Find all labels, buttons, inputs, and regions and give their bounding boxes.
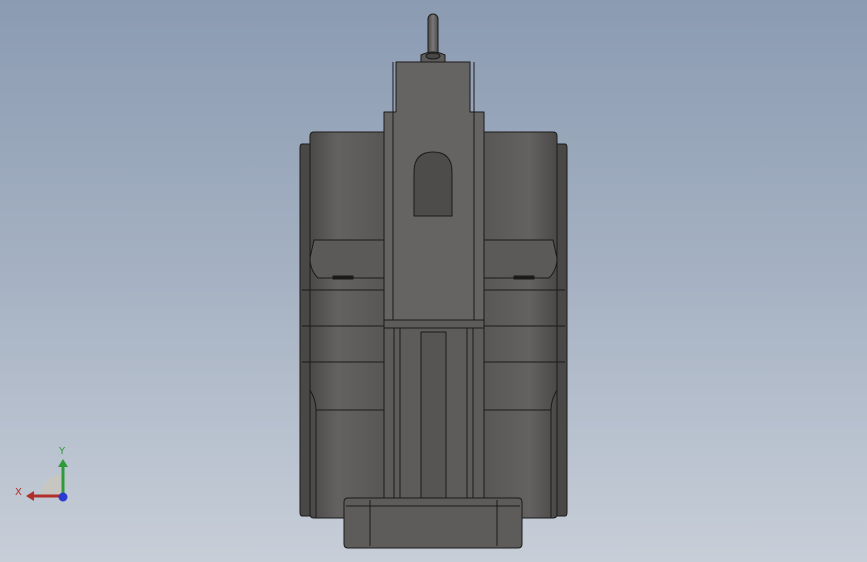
coordinate-triad[interactable]: X Y: [10, 440, 80, 510]
z-axis-dot: [58, 492, 68, 502]
graphics-viewport[interactable]: X Y: [0, 0, 867, 562]
x-axis-label: X: [15, 487, 22, 498]
top-handle: [420, 13, 446, 63]
y-axis-label: Y: [58, 446, 66, 457]
base-foot: [343, 497, 523, 549]
lower-shaft: [383, 327, 485, 501]
left-side-block: [299, 112, 389, 519]
triad-plane-icon: [41, 474, 63, 496]
inspection-slot: [413, 151, 453, 217]
right-side-block: [478, 112, 568, 519]
part-model-view[interactable]: [0, 0, 867, 562]
